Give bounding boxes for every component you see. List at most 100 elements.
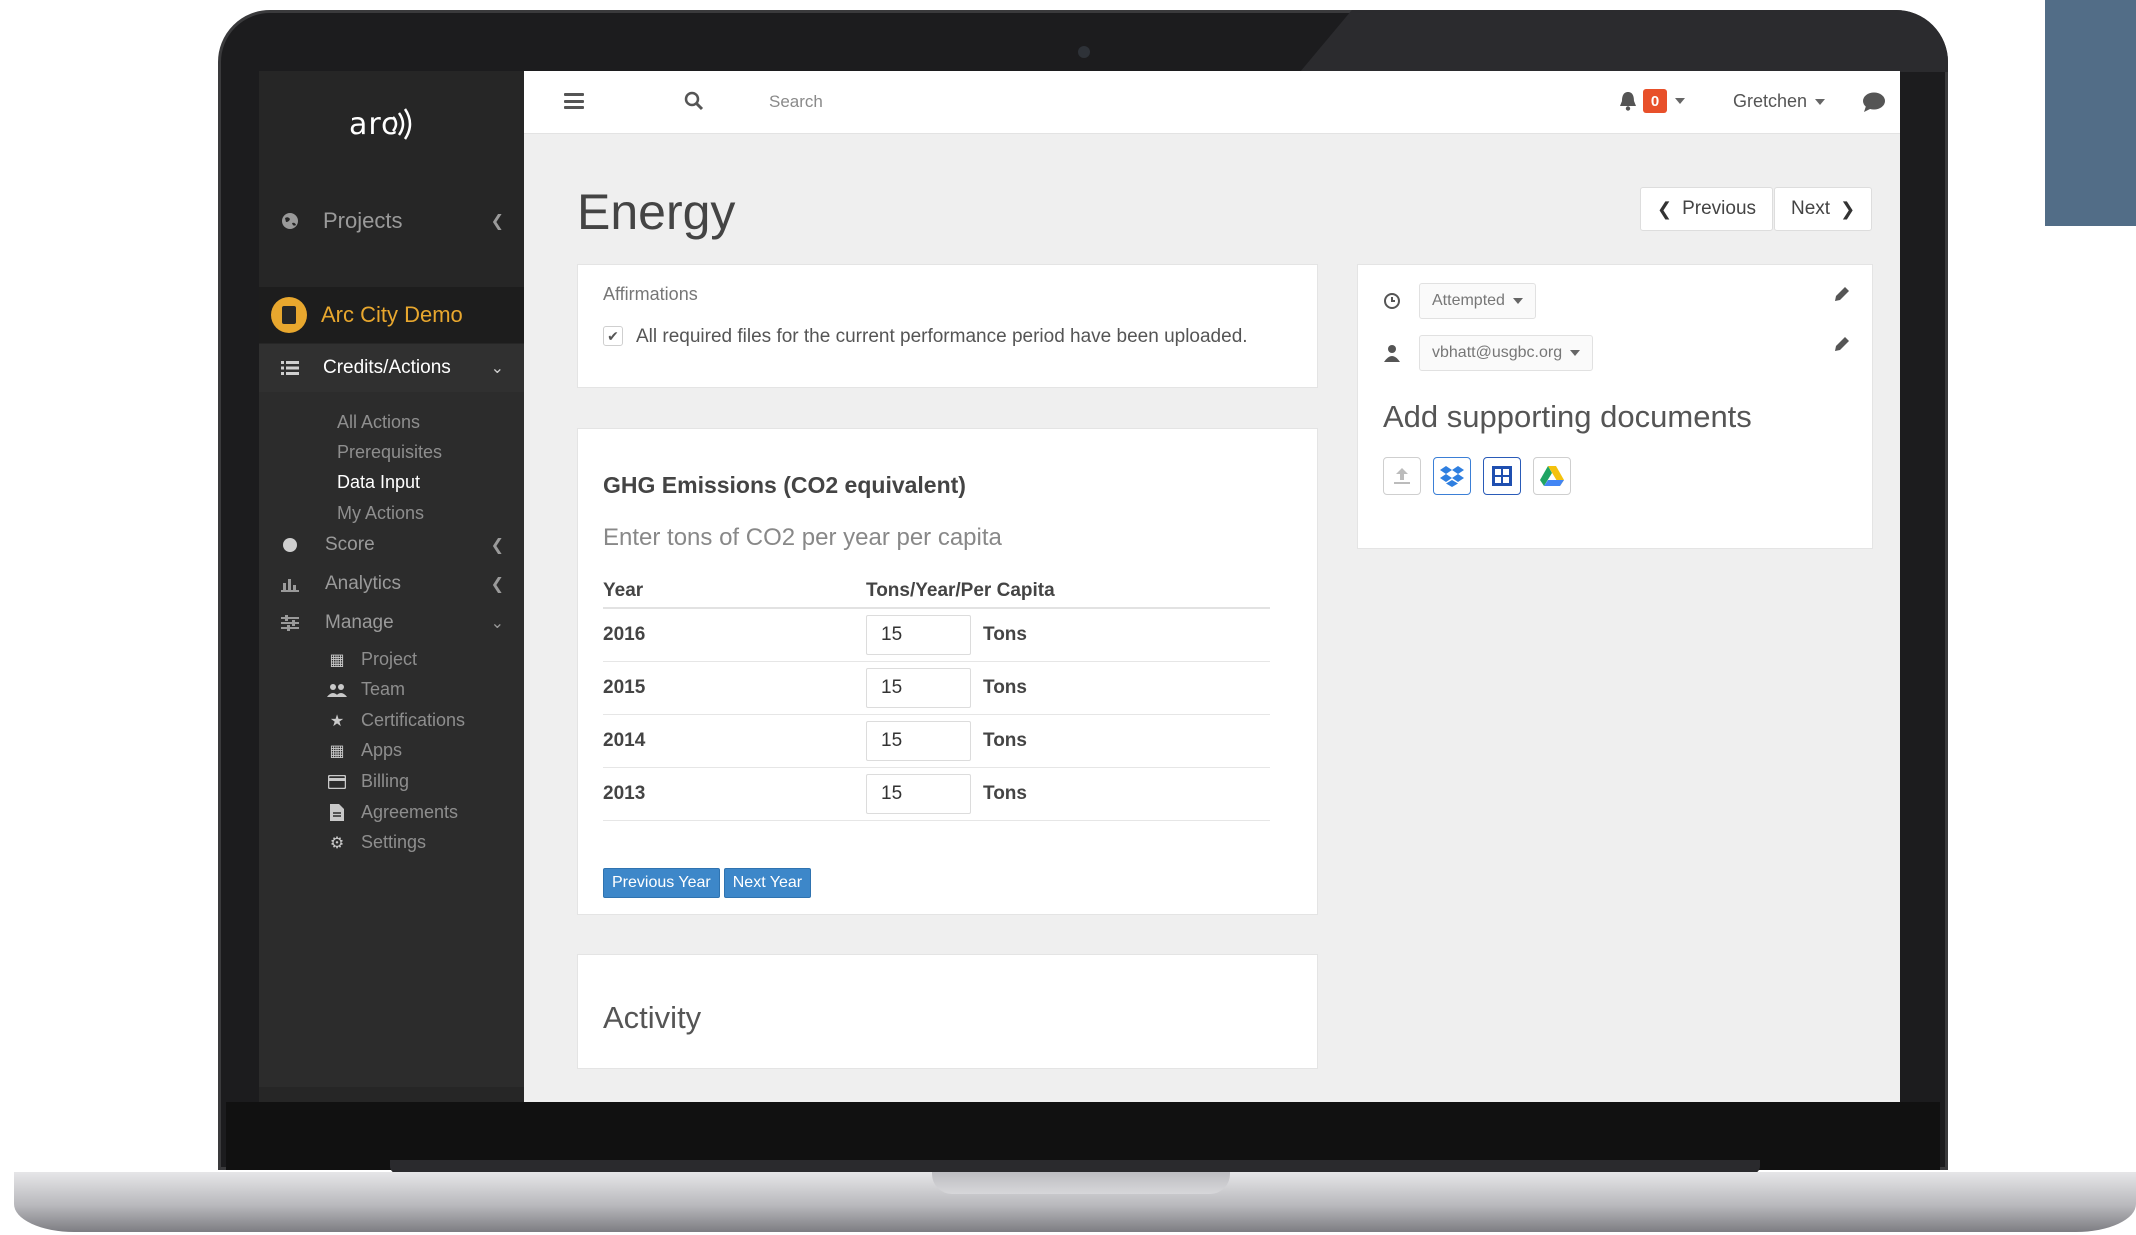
corner-decoration <box>2045 0 2136 226</box>
caret-down-icon <box>1512 298 1523 304</box>
edit-status-pencil-icon[interactable] <box>1833 285 1851 303</box>
search-input[interactable] <box>769 87 1069 117</box>
sidebar-item-agreements[interactable]: Agreements <box>327 802 458 823</box>
sidebar-item-label: Project <box>361 649 418 669</box>
sidebar-item-prerequisites[interactable]: Prerequisites <box>337 442 442 463</box>
chevron-left-icon: ❮ <box>490 213 504 230</box>
user-icon <box>1384 345 1400 362</box>
status-value: Attempted <box>1432 292 1505 309</box>
table-row: 2016 Tons <box>603 609 1270 662</box>
search-icon[interactable] <box>684 91 704 111</box>
star-icon: ★ <box>329 712 345 730</box>
user-name: Gretchen <box>1733 91 1808 111</box>
column-header-year: Year <box>603 580 644 601</box>
ghg-table: Year Tons/Year/Per Capita 2016 Tons 2015… <box>603 575 1270 821</box>
circle-icon <box>279 534 301 556</box>
unit-label: Tons <box>983 677 1027 698</box>
sidebar-item-analytics[interactable]: Analytics ❮ <box>259 564 524 604</box>
row-year: 2016 <box>603 624 646 645</box>
tons-input[interactable] <box>866 721 971 761</box>
sidebar-item-score[interactable]: Score ❮ <box>259 525 524 565</box>
row-year: 2014 <box>603 730 646 751</box>
previous-button[interactable]: ❮ Previous <box>1640 187 1774 231</box>
notification-count-badge: 0 <box>1643 89 1667 113</box>
ghg-subtitle: Enter tons of CO2 per year per capita <box>603 524 1002 551</box>
affirmation-text: All required files for the current perfo… <box>636 326 1248 347</box>
google-drive-icon[interactable] <box>1533 457 1571 495</box>
sidebar-item-arc-city-demo[interactable]: Arc City Demo <box>259 287 524 343</box>
credit-card-icon <box>327 773 347 791</box>
sidebar-item-manage[interactable]: Manage ⌄ <box>259 603 524 643</box>
caret-down-icon <box>1815 98 1826 105</box>
checkmark-icon: ✔ <box>607 327 619 344</box>
notifications-dropdown[interactable]: 0 <box>1619 89 1685 113</box>
unit-label: Tons <box>983 783 1027 804</box>
sidebar-item-label: Analytics <box>325 573 402 594</box>
sidebar-item-apps[interactable]: ▦ Apps <box>327 740 402 761</box>
table-row: 2014 Tons <box>603 715 1270 768</box>
activity-card: Activity <box>577 954 1318 1069</box>
action-details-panel: Attempted vbhatt@usgbc.org Add supportin… <box>1357 264 1873 549</box>
sidebar-item-settings[interactable]: ⚙ Settings <box>327 832 426 853</box>
laptop-lid-shine <box>1300 10 1948 72</box>
laptop-notch <box>932 1172 1230 1194</box>
file-icon <box>327 804 347 822</box>
assignee-value: vbhatt@usgbc.org <box>1432 344 1563 361</box>
bar-chart-icon <box>279 573 301 595</box>
sidebar-item-all-actions[interactable]: All Actions <box>337 412 420 433</box>
affirmation-checkbox[interactable]: ✔ <box>603 326 623 346</box>
sidebar: arc Projects ❮ Arc City Demo Credits/Act… <box>259 71 524 1102</box>
previous-year-button[interactable]: Previous Year <box>603 868 720 898</box>
user-menu[interactable]: Gretchen <box>1733 91 1826 112</box>
next-year-button[interactable]: Next Year <box>723 868 812 898</box>
top-bar: 0 Gretchen <box>524 71 1900 134</box>
dropbox-icon[interactable] <box>1433 457 1471 495</box>
onedrive-icon[interactable] <box>1483 457 1521 495</box>
document-sources <box>1383 457 1583 495</box>
sidebar-item-project[interactable]: ▦ Project <box>327 649 417 670</box>
clock-icon <box>1384 293 1400 309</box>
sidebar-item-certifications[interactable]: ★ Certifications <box>327 710 465 731</box>
assignee-dropdown[interactable]: vbhatt@usgbc.org <box>1419 335 1594 371</box>
edit-assignee-pencil-icon[interactable] <box>1833 335 1851 353</box>
sidebar-item-label: Settings <box>361 832 427 852</box>
gear-icon: ⚙ <box>329 834 345 852</box>
bell-icon <box>1620 92 1636 111</box>
logo-waves-icon <box>392 108 412 140</box>
ghg-title: GHG Emissions (CO2 equivalent) <box>603 472 966 498</box>
sidebar-item-label: Score <box>325 534 375 555</box>
row-year: 2015 <box>603 677 646 698</box>
table-header: Year Tons/Year/Per Capita <box>603 575 1270 609</box>
sidebar-item-projects[interactable]: Projects ❮ <box>259 201 524 241</box>
status-dropdown[interactable]: Attempted <box>1419 283 1536 319</box>
building-icon <box>271 297 307 333</box>
grid-icon: ▦ <box>329 742 345 760</box>
next-label: Next <box>1791 198 1831 219</box>
tons-input[interactable] <box>866 615 971 655</box>
grid-icon: ▦ <box>329 651 345 669</box>
sidebar-item-billing[interactable]: Billing <box>327 771 409 792</box>
sidebar-item-label: Projects <box>323 208 403 233</box>
row-year: 2013 <box>603 783 646 804</box>
sidebar-item-credits-actions[interactable]: Credits/Actions ⌄ <box>259 344 524 392</box>
sliders-icon <box>279 612 301 634</box>
chat-icon[interactable] <box>1862 91 1886 113</box>
tons-input[interactable] <box>866 774 971 814</box>
upload-icon[interactable] <box>1383 457 1421 495</box>
affirmations-card: Affirmations ✔ All required files for th… <box>577 264 1318 388</box>
sidebar-item-data-input[interactable]: Data Input <box>337 472 420 493</box>
sidebar-item-label: Arc City Demo <box>321 302 463 327</box>
sidebar-item-label: Certifications <box>361 710 466 730</box>
sidebar-item-my-actions[interactable]: My Actions <box>337 503 424 524</box>
sidebar-item-team[interactable]: Team <box>327 679 405 700</box>
caret-down-icon <box>1570 350 1581 356</box>
assignee-row: vbhatt@usgbc.org <box>1383 335 1594 371</box>
app-screen: arc Projects ❮ Arc City Demo Credits/Act… <box>259 71 1900 1102</box>
sidebar-item-label: Credits/Actions <box>323 357 451 378</box>
chevron-right-icon: ❯ <box>1840 198 1856 219</box>
list-icon <box>279 357 301 379</box>
chevron-left-icon: ❮ <box>490 537 504 554</box>
tons-input[interactable] <box>866 668 971 708</box>
hamburger-menu-icon[interactable] <box>564 93 584 109</box>
next-button[interactable]: Next ❯ <box>1774 187 1873 231</box>
